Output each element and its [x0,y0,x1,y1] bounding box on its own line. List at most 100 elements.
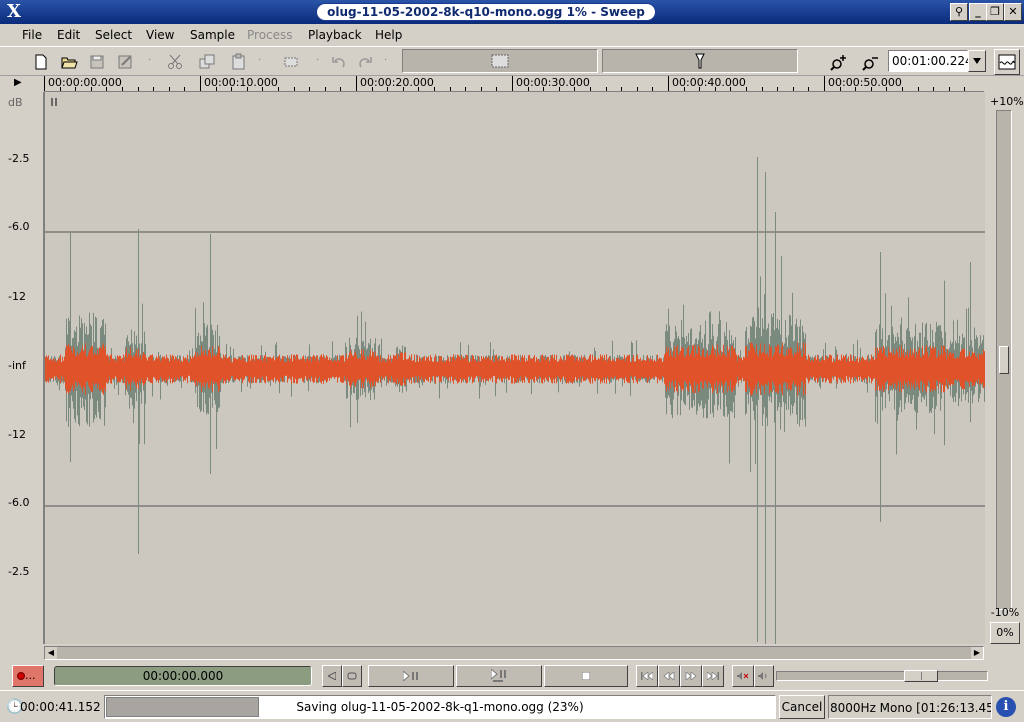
ruler-minor-tick [839,87,841,91]
db-label: -12 [8,428,26,441]
mute-button[interactable] [732,665,754,687]
loop-button[interactable] [342,665,362,687]
ruler-play-marker-icon[interactable]: ▶ [14,77,30,91]
zoom-in-icon[interactable] [828,51,850,73]
record-icon [17,672,25,680]
toolbar-separator: · [384,55,388,66]
gain-slider[interactable]: +10% -10% 0% [990,92,1024,644]
pin-icon[interactable]: ⚲ [950,3,968,21]
save-icon[interactable] [86,51,108,73]
ruler-minor-tick [777,87,779,91]
ruler-minor-tick [558,87,560,91]
save-as-icon[interactable] [114,51,136,73]
menu-edit[interactable]: Edit [57,27,80,43]
scrub-mode-button[interactable] [602,49,798,73]
ruler-minor-tick [730,87,732,91]
waveform-view[interactable] [43,92,985,644]
ruler-minor-tick [59,87,61,91]
zoom-out-icon[interactable] [860,51,882,73]
ruler-minor-tick [808,87,810,91]
redo-icon[interactable] [354,51,376,73]
waveform-peak-trace [45,157,985,644]
go-to-end-button[interactable] [702,665,724,687]
ruler-minor-tick [278,87,279,91]
db-label: -12 [8,290,26,303]
zoom-time-input[interactable]: 00:01:00.224 [888,50,973,72]
copy-icon[interactable] [196,51,218,73]
ruler-minor-tick [496,87,498,91]
x-logo-icon[interactable]: X [4,2,24,22]
gain-slider-thumb[interactable] [999,346,1009,374]
ruler-label: 00:00:50.000 [824,76,902,91]
play-pause-icon [403,671,418,681]
menu-view[interactable]: View [146,27,174,43]
scroll-right-icon[interactable]: ▶ [971,647,983,659]
menu-sample[interactable]: Sample [190,27,235,43]
ruler-minor-tick [636,87,638,91]
stop-icon [582,672,590,680]
stop-button[interactable] [544,665,628,687]
menu-playback[interactable]: Playback [308,27,362,43]
format-info: 8000Hz Mono [01:26:13.456] [828,695,992,719]
volume-slider-thumb[interactable] [904,670,938,682]
close-icon[interactable]: ✕ [1004,3,1022,21]
crop-icon[interactable] [280,51,302,73]
record-button[interactable]: ... [12,665,44,687]
window-title: olug-11-05-2002-8k-q10-mono.ogg 1% - Swe… [316,3,656,35]
play-all-button[interactable] [368,665,454,687]
position-display[interactable]: 00:00:00.000 [54,666,312,686]
channel-pause-icon[interactable] [51,98,57,106]
rewind-button[interactable] [658,665,680,687]
undo-icon[interactable] [328,51,350,73]
menu-select[interactable]: Select [95,27,132,43]
ruler-minor-tick [902,87,903,91]
zoom-dropdown-button[interactable] [968,50,986,72]
maximize-icon[interactable]: ❐ [986,3,1004,21]
ruler-minor-tick [449,87,451,91]
ruler-minor-tick [246,87,248,91]
menu-process[interactable]: Process [247,27,293,43]
waveform-panel-icon [998,54,1016,70]
volume-slider[interactable] [776,670,988,682]
fast-forward-button[interactable] [680,665,702,687]
gain-slider-track[interactable] [996,110,1012,610]
ruler-minor-tick [714,87,716,91]
ruler-minor-tick [652,87,654,91]
play-selection-icon [491,669,506,682]
go-to-end-icon [707,672,719,680]
open-file-icon[interactable] [58,51,80,73]
volume-button[interactable] [754,665,774,687]
waveform-peaks [45,157,985,644]
select-region-icon [491,54,509,68]
ruler-minor-tick [574,87,576,91]
toggle-panel-button[interactable] [994,49,1020,75]
db-label: -2.5 [8,565,30,578]
minimize-icon[interactable]: _ [969,3,987,21]
ruler-minor-tick [262,87,264,91]
menu-file[interactable]: File [22,27,42,43]
time-ruler[interactable]: 00:00:00.000 00:00:10.000 00:00:20.000 0… [44,76,984,92]
cancel-button[interactable]: Cancel [779,695,825,719]
ruler-minor-tick [90,87,92,91]
new-file-icon[interactable] [30,51,52,73]
mute-icon [737,672,749,680]
ruler-minor-tick [543,87,545,91]
horizontal-scrollbar[interactable]: ◀ ▶ [44,646,984,660]
go-to-start-button[interactable] [636,665,658,687]
gain-reset-button[interactable]: 0% [990,622,1020,644]
menu-help[interactable]: Help [375,27,402,43]
paste-icon[interactable] [228,51,250,73]
info-icon[interactable]: i [996,697,1016,717]
scroll-left-icon[interactable]: ◀ [45,647,57,659]
cut-icon[interactable] [164,51,186,73]
db-label: -2.5 [8,152,30,165]
db-unit-label: dB [8,96,23,109]
progress-text: Saving olug-11-05-2002-8k-q1-mono.ogg (2… [296,700,584,714]
select-mode-button[interactable] [402,49,598,73]
play-reverse-button[interactable] [322,665,342,687]
play-selection-button[interactable] [456,665,542,687]
selection-time: 🕒00:00:41.152 [6,695,102,719]
ruler-minor-tick [309,87,311,91]
ruler-minor-tick [153,87,155,91]
toolbar-separator: · [316,55,320,66]
